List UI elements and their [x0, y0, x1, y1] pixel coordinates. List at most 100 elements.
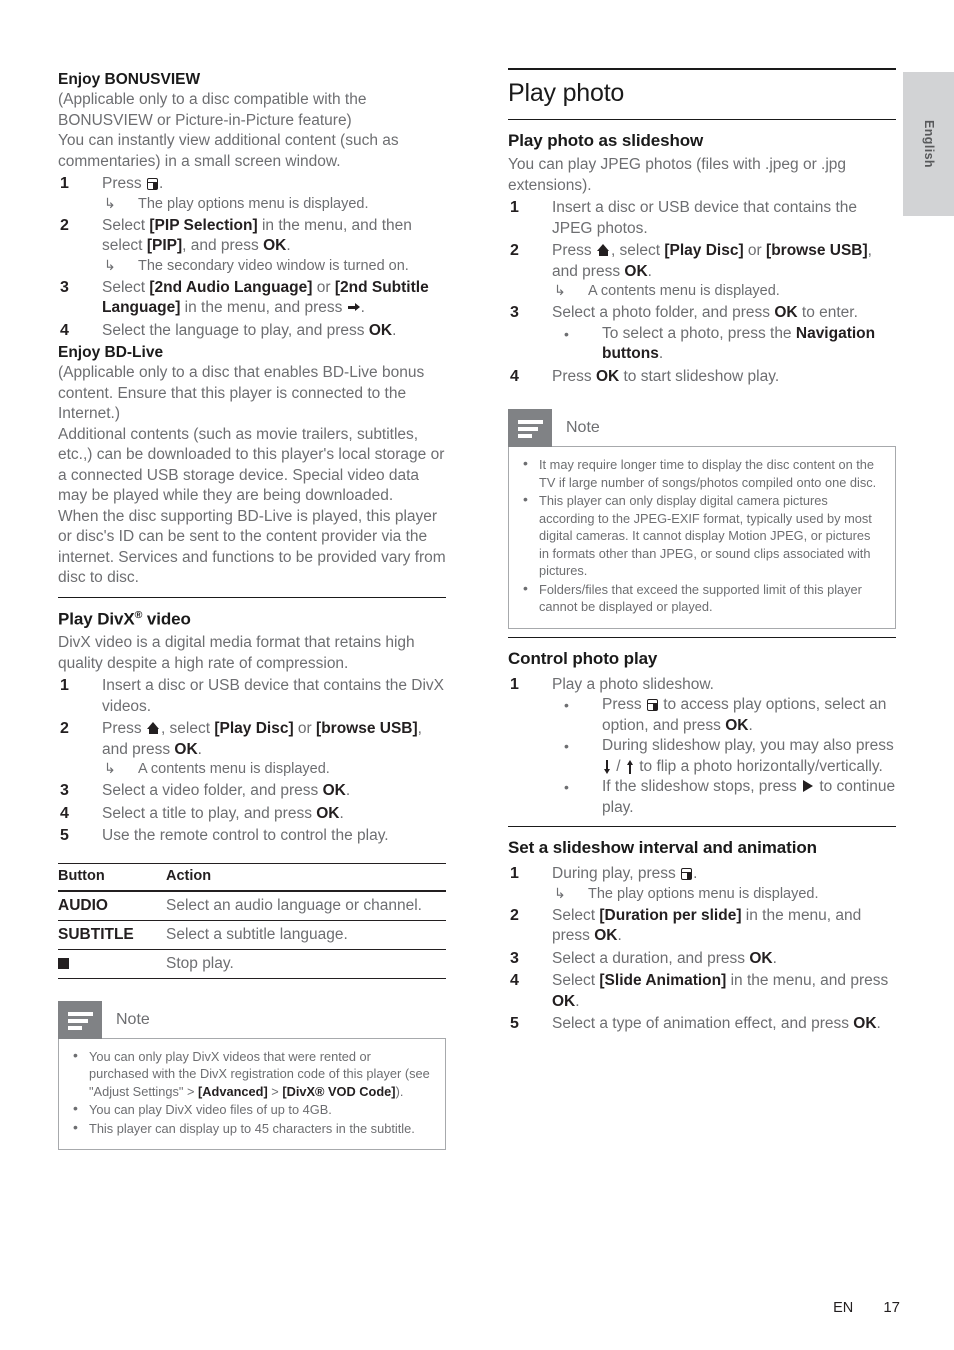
step-number: 3	[510, 949, 519, 967]
right-column: Play photo Play photo as slideshow You c…	[508, 68, 896, 1035]
step-text: Press .	[102, 175, 163, 192]
step-text-bold: [Duration per slide]	[599, 906, 742, 924]
note-body: You can only play DivX videos that were …	[58, 1037, 446, 1151]
step-text-bold: [Slide Animation]	[599, 972, 727, 989]
step-item: 3 Select [2nd Audio Language] or [2nd Su…	[58, 278, 446, 319]
note-header: Note	[58, 1000, 446, 1039]
note-title: Note	[116, 1010, 150, 1028]
bullet-dot-icon: •	[564, 779, 569, 795]
note-icon	[508, 409, 552, 447]
table-header-row: Button Action	[58, 862, 446, 892]
step-number: 2	[510, 242, 519, 259]
note-item: It may require longer time to display th…	[515, 455, 883, 491]
step-text: Select [PIP Selection] in the menu, and …	[102, 217, 412, 255]
step-text-part: , select	[160, 720, 215, 738]
slideshow-heading: Play photo as slideshow	[508, 131, 704, 150]
bullet-text-part: During slideshow play, you may also pres…	[602, 737, 894, 754]
step-item: 5 Select a type of animation effect, and…	[508, 1014, 896, 1035]
step-text-part: Select the language to play, and press	[102, 321, 369, 339]
slideshow-interval-heading: Set a slideshow interval and animation	[508, 826, 896, 862]
bullet-text-part: To select a photo, press the	[602, 324, 796, 342]
bullet-dot-icon: •	[564, 697, 569, 713]
step-item: 5 Use the remote control to control the …	[58, 826, 446, 847]
step-result: ↳ A contents menu is displayed.	[102, 760, 446, 779]
step-text-part: in the menu, and press	[180, 299, 347, 316]
bdlive-paragraph: When the disc supporting BD-Live is play…	[58, 507, 446, 587]
step-text-part: Select	[552, 906, 600, 924]
step-text-part: or	[743, 242, 767, 259]
arrow-icon: ↳	[554, 884, 566, 901]
step-result-text: The secondary video window is turned on.	[138, 257, 409, 274]
divx-steps: 1 Insert a disc or USB device that conta…	[58, 676, 446, 847]
step-text: Press , select [Play Disc] or [browse US…	[102, 720, 422, 758]
step-text-part: .	[772, 949, 777, 967]
bullet-text-part: .	[658, 345, 664, 362]
left-column: Enjoy BONUSVIEW (Applicable only to a di…	[58, 68, 446, 1151]
step-number: 1	[60, 175, 69, 192]
step-item: 1 Press . ↳ The play options menu is dis…	[58, 174, 446, 214]
divx-note-box: Note You can only play DivX videos that …	[58, 1000, 446, 1151]
step-text-bold: OK	[368, 321, 393, 339]
table-cell-button: AUDIO	[58, 890, 166, 921]
home-icon	[596, 244, 610, 256]
note-item: This player can only display digital cam…	[515, 491, 883, 580]
step-number: 4	[60, 804, 69, 822]
step-text-part: .	[339, 804, 344, 822]
bdlive-paragraph: (Applicable only to a disc that enables …	[58, 364, 425, 422]
bullet-text-part: /	[612, 757, 625, 775]
arrow-icon: ↳	[104, 256, 116, 273]
step-item: 2 Press , select [Play Disc] or [browse …	[58, 719, 446, 779]
step-text-part: .	[575, 992, 580, 1010]
step-text-part: .	[617, 927, 622, 944]
stop-icon	[58, 957, 69, 969]
step-text-bold: [browse USB]	[766, 242, 868, 259]
step-text-bold: OK	[749, 949, 773, 967]
step-text: Select [Slide Animation] in the menu, an…	[552, 972, 888, 1010]
note-item: Folders/files that exceed the supported …	[515, 580, 883, 616]
step-number: 3	[510, 304, 519, 321]
step-text-bold: [Play Disc]	[664, 242, 744, 259]
step-text: Insert a disc or USB device that contain…	[552, 199, 857, 237]
table-cell-action: Select a subtitle language.	[166, 920, 446, 950]
note-header: Note	[508, 409, 896, 447]
bonusview-steps: 1 Press . ↳ The play options menu is dis…	[58, 174, 446, 341]
step-text-bold: OK	[624, 262, 648, 280]
step-text-part: in the menu, and press	[726, 972, 889, 989]
step-number: 3	[60, 278, 69, 296]
table-cell-action: Select an audio language or channel.	[166, 890, 446, 921]
language-tab-label: English	[921, 120, 936, 168]
options-icon	[646, 699, 658, 711]
step-text-part: to enter.	[797, 304, 858, 321]
step-item: 3 Select a video folder, and press OK.	[58, 781, 446, 802]
arrow-icon: ↳	[104, 194, 116, 211]
step-text-part: Select a title to play, and press	[102, 804, 317, 822]
step-text-part: .	[345, 782, 351, 800]
step-text-bold: OK	[853, 1015, 877, 1032]
step-number: 2	[510, 906, 519, 924]
right-arrow-icon	[347, 303, 360, 312]
step-text-part: Select	[552, 972, 600, 989]
step-text-bold: OK	[263, 237, 287, 254]
divx-heading-tail: video	[142, 609, 191, 629]
step-text-part: .	[197, 740, 202, 758]
step-text-part: Press	[552, 242, 596, 259]
column-header-button: Button	[58, 862, 166, 892]
control-photo-steps: 1 Play a photo slideshow. • Press to acc…	[508, 675, 896, 819]
step-text-part: Select a type of animation effect, and p…	[552, 1015, 854, 1032]
step-item: 3 Select a duration, and press OK.	[508, 949, 896, 970]
step-number: 4	[510, 972, 519, 989]
step-text-part: .	[392, 321, 397, 339]
table-row: SUBTITLE Select a subtitle language.	[58, 920, 446, 950]
step-text-part: Select	[102, 216, 150, 234]
note-text-bold: [DivX® VOD Code]	[282, 1083, 396, 1099]
step-number: 4	[60, 321, 69, 339]
step-text-part: .	[360, 299, 365, 316]
step-item: 4 Select [Slide Animation] in the menu, …	[508, 971, 896, 1012]
footer-page-number: 17	[883, 1299, 900, 1316]
step-item: 1 Play a photo slideshow. • Press to acc…	[508, 675, 896, 819]
bullet-text-part: If the slideshow stops, press	[602, 778, 802, 795]
step-text: Press OK to start slideshow play.	[552, 368, 779, 385]
step-text-part: Select a photo folder, and press	[552, 304, 775, 321]
table-cell-button: SUBTITLE	[58, 920, 166, 950]
step-result-text: The play options menu is displayed.	[138, 195, 369, 212]
